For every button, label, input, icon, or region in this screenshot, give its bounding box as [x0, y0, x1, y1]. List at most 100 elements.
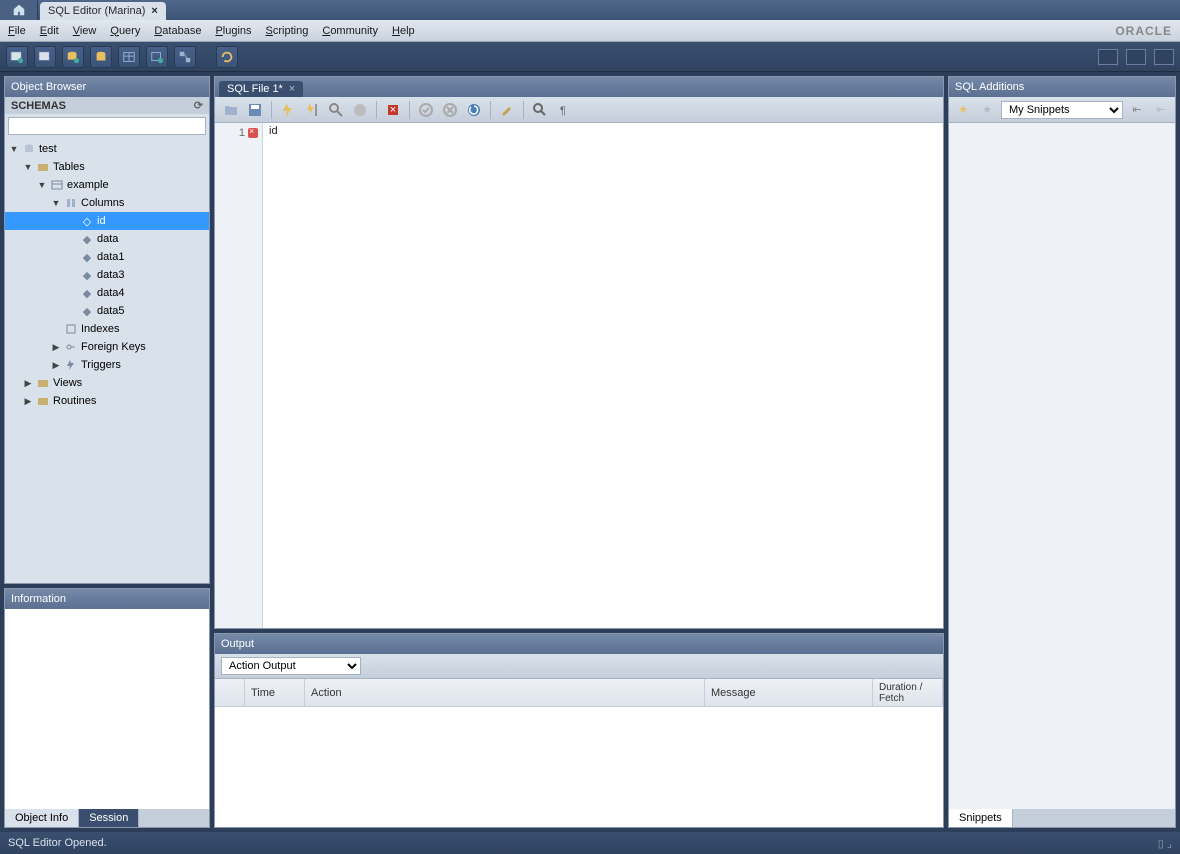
menu-file[interactable]: File: [8, 25, 26, 37]
layout-btn-2[interactable]: [1126, 49, 1146, 65]
tree-col-data[interactable]: ◆data: [5, 230, 209, 248]
stop-red-icon: ×: [385, 102, 401, 118]
routines-icon: [36, 394, 50, 408]
tab-session[interactable]: Session: [79, 809, 139, 827]
output-header: Output: [215, 634, 943, 654]
etb-autocommit[interactable]: [464, 100, 484, 120]
code-line-1: id: [269, 125, 937, 137]
indexes-icon: [64, 322, 78, 336]
layout-btn-3[interactable]: [1154, 49, 1174, 65]
tree-columns[interactable]: ▼Columns: [5, 194, 209, 212]
tb-model[interactable]: [174, 46, 196, 68]
tab-object-info[interactable]: Object Info: [5, 809, 79, 827]
tree-routines[interactable]: ▶Routines: [5, 392, 209, 410]
etb-commit[interactable]: [416, 100, 436, 120]
output-table: Time Action Message Duration / Fetch: [215, 679, 943, 827]
tb-new-sql[interactable]: [6, 46, 28, 68]
menu-database[interactable]: Database: [154, 25, 201, 37]
layout-btn-1[interactable]: [1098, 49, 1118, 65]
folder-icon: [36, 160, 50, 174]
tree-col-data4[interactable]: ◆data4: [5, 284, 209, 302]
add-star2[interactable]: ★: [977, 100, 997, 120]
tree-col-data1[interactable]: ◆data1: [5, 248, 209, 266]
close-icon[interactable]: ×: [289, 83, 295, 95]
tree-col-data5[interactable]: ◆data5: [5, 302, 209, 320]
etb-explain[interactable]: [326, 100, 346, 120]
editor-toolbar: × ¶: [215, 97, 943, 123]
add-insert[interactable]: ⇤: [1127, 100, 1147, 120]
tb-table[interactable]: [118, 46, 140, 68]
tree-triggers[interactable]: ▶Triggers: [5, 356, 209, 374]
database-icon: [22, 142, 36, 156]
editor-tab-sql-file-1[interactable]: SQL File 1* ×: [219, 81, 303, 97]
col-action: Action: [305, 679, 705, 706]
brush-icon: [499, 102, 515, 118]
star-icon: ★: [958, 103, 968, 116]
sql-additions-title: SQL Additions: [955, 81, 1024, 93]
tree-views[interactable]: ▶Views: [5, 374, 209, 392]
tb-db[interactable]: [90, 46, 112, 68]
etb-execute[interactable]: [278, 100, 298, 120]
tb-new-sql2[interactable]: [34, 46, 56, 68]
etb-stop[interactable]: [350, 100, 370, 120]
etb-beautify[interactable]: [497, 100, 517, 120]
tree-foreign-keys[interactable]: ▶Foreign Keys: [5, 338, 209, 356]
sql-additions-header: SQL Additions: [949, 77, 1175, 97]
tree-indexes[interactable]: Indexes: [5, 320, 209, 338]
add-star[interactable]: ★: [953, 100, 973, 120]
home-tab[interactable]: [0, 0, 38, 20]
etb-open[interactable]: [221, 100, 241, 120]
tree-db-test[interactable]: ▼test: [5, 140, 209, 158]
editor-gutter: 1: [215, 123, 263, 628]
add-replace[interactable]: ⇤: [1151, 100, 1171, 120]
menu-view[interactable]: View: [73, 25, 97, 37]
column-icon: ◆: [80, 250, 94, 264]
views-icon: [36, 376, 50, 390]
col-time: Time: [245, 679, 305, 706]
column-icon: ◆: [80, 286, 94, 300]
menu-query[interactable]: Query: [110, 25, 140, 37]
output-selector[interactable]: Action Output: [221, 657, 361, 675]
etb-execute-current[interactable]: [302, 100, 322, 120]
etb-invisible[interactable]: ¶: [554, 100, 574, 120]
menubar: File Edit View Query Database Plugins Sc…: [0, 20, 1180, 42]
tb-table2[interactable]: [146, 46, 168, 68]
window-tab-sql-editor[interactable]: SQL Editor (Marina) ×: [40, 2, 166, 20]
db-icon: [94, 50, 108, 64]
tb-refresh[interactable]: [216, 46, 238, 68]
brand-logo: ORACLE: [1115, 24, 1172, 38]
tree-col-data3[interactable]: ◆data3: [5, 266, 209, 284]
menu-edit[interactable]: Edit: [40, 25, 59, 37]
etb-rollback[interactable]: [440, 100, 460, 120]
tree-tables[interactable]: ▼Tables: [5, 158, 209, 176]
fkeys-icon: [64, 340, 78, 354]
columns-icon: [64, 196, 78, 210]
menu-help[interactable]: Help: [392, 25, 415, 37]
commit-icon: [418, 102, 434, 118]
search-icon: [532, 102, 548, 118]
output-panel: Output Action Output Time Action Message…: [214, 633, 944, 828]
menu-plugins[interactable]: Plugins: [215, 25, 251, 37]
tree-table-example[interactable]: ▼example: [5, 176, 209, 194]
tree-col-id[interactable]: ◇id: [5, 212, 209, 230]
refresh-icon[interactable]: ⟳: [194, 99, 203, 112]
menu-scripting[interactable]: Scripting: [266, 25, 309, 37]
etb-stop-red[interactable]: ×: [383, 100, 403, 120]
output-table-header: Time Action Message Duration / Fetch: [215, 679, 943, 707]
table-plus-icon: [150, 50, 164, 64]
tab-snippets[interactable]: Snippets: [949, 809, 1013, 827]
tb-db-add[interactable]: [62, 46, 84, 68]
schema-search-input[interactable]: [8, 117, 206, 135]
menu-community[interactable]: Community: [322, 25, 378, 37]
object-browser-panel: Object Browser SCHEMAS ⟳ ▼test ▼Tables ▼…: [4, 76, 210, 584]
refresh-icon: [220, 50, 234, 64]
code-area[interactable]: id: [263, 123, 943, 628]
additions-toolbar: ★ ★ My Snippets ⇤ ⇤: [949, 97, 1175, 123]
statusbar: SQL Editor Opened. ▯ ⌟: [0, 832, 1180, 854]
etb-find[interactable]: [530, 100, 550, 120]
snippets-selector[interactable]: My Snippets: [1001, 101, 1123, 119]
close-icon[interactable]: ×: [151, 5, 157, 17]
table-icon: [50, 178, 64, 192]
etb-save[interactable]: [245, 100, 265, 120]
magnify-icon: [328, 102, 344, 118]
